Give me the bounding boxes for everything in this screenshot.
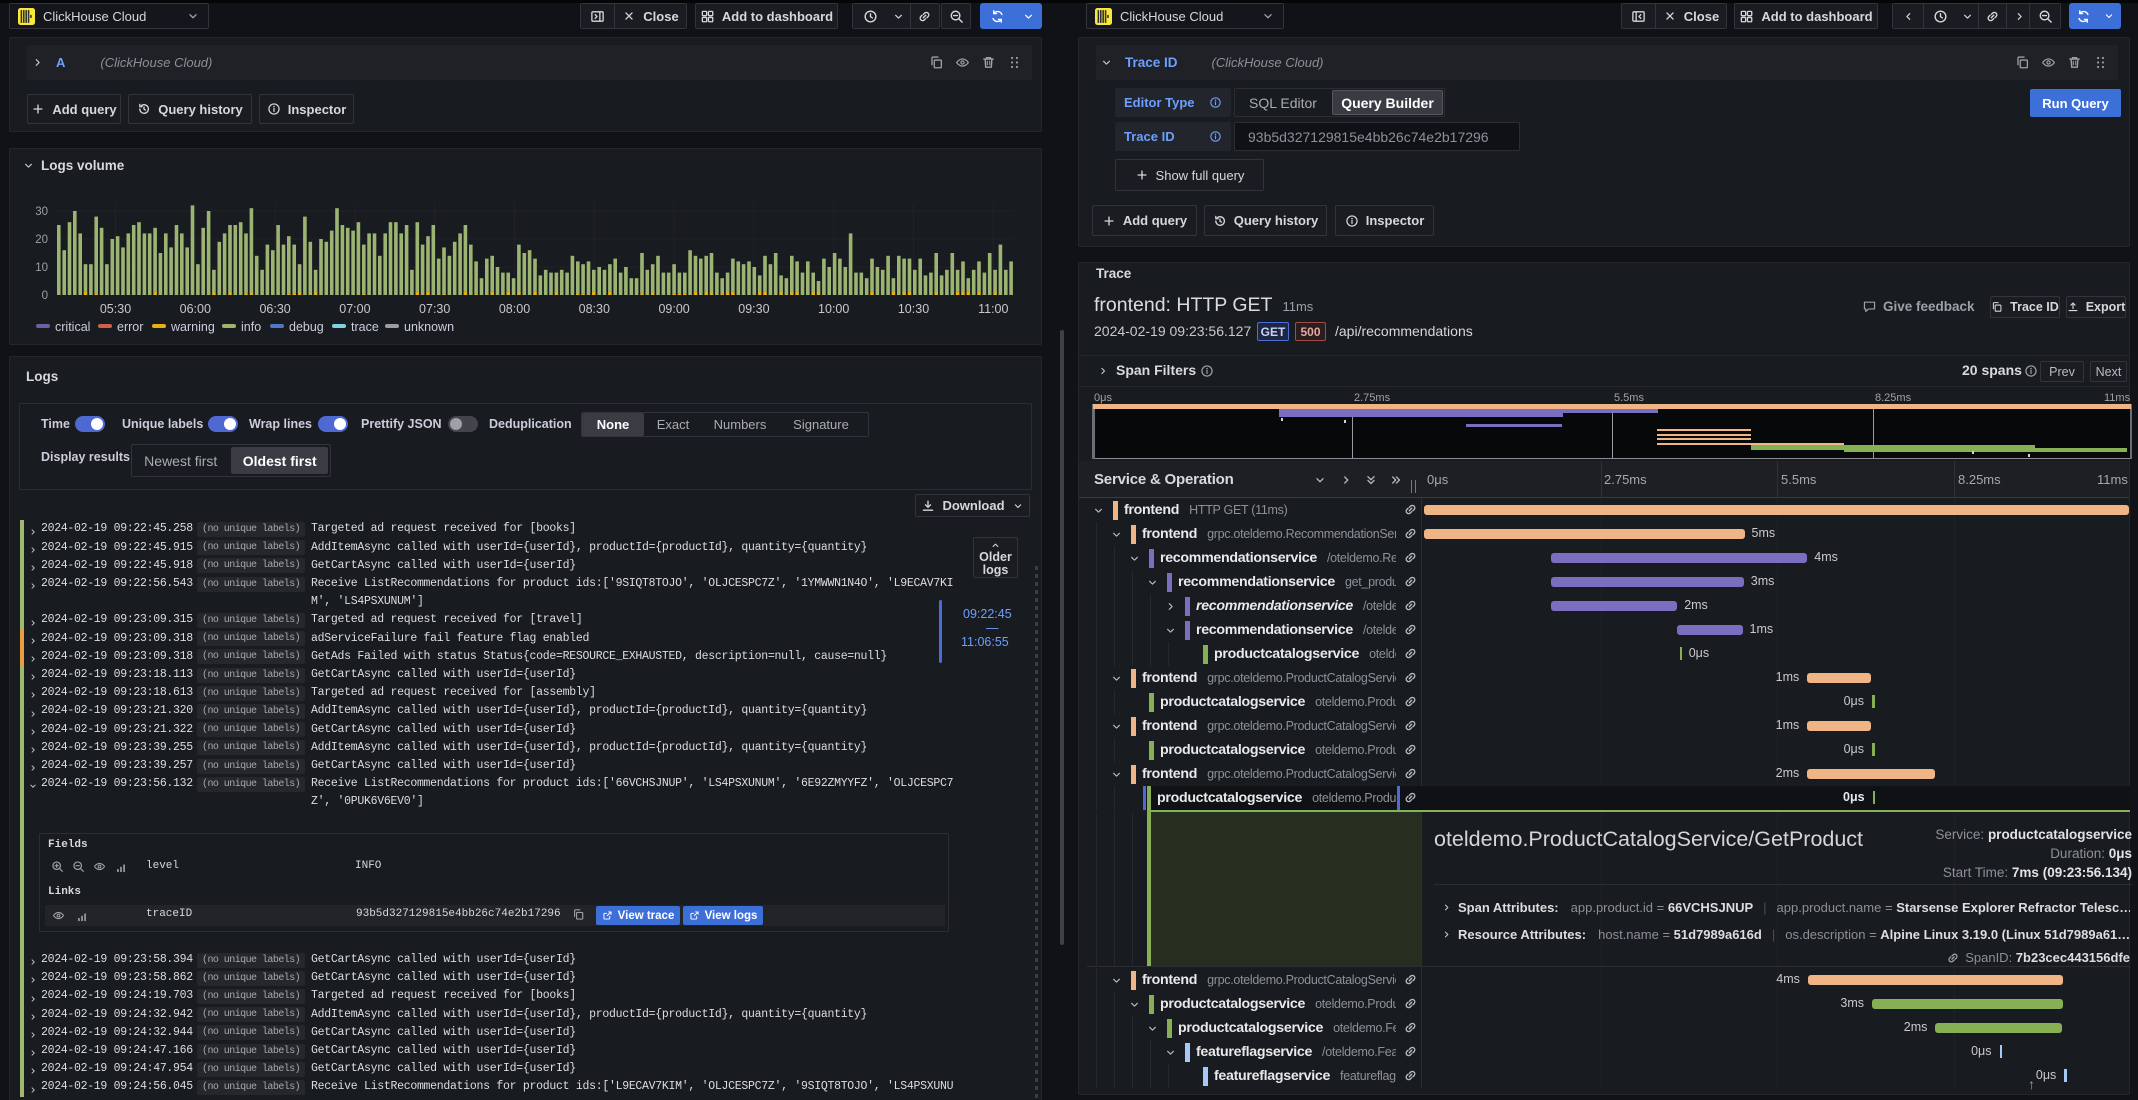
svg-text:09:00: 09:00 [658, 302, 689, 316]
svg-text:20: 20 [35, 234, 48, 246]
svg-text:critical: critical [55, 320, 90, 334]
svg-text:30: 30 [35, 206, 48, 218]
svg-text:0: 0 [42, 290, 48, 302]
svg-text:error: error [117, 320, 143, 334]
svg-text:07:30: 07:30 [419, 302, 450, 316]
svg-text:05:30: 05:30 [100, 302, 131, 316]
svg-text:11:00: 11:00 [978, 302, 1008, 316]
svg-text:07:00: 07:00 [339, 302, 370, 316]
svg-text:09:30: 09:30 [738, 302, 769, 316]
svg-text:10: 10 [35, 262, 48, 274]
svg-text:info: info [241, 320, 261, 334]
svg-text:debug: debug [289, 320, 324, 334]
svg-text:06:30: 06:30 [259, 302, 290, 316]
svg-text:10:00: 10:00 [818, 302, 849, 316]
svg-text:trace: trace [351, 320, 379, 334]
svg-text:08:30: 08:30 [579, 302, 610, 316]
svg-text:08:00: 08:00 [499, 302, 530, 316]
svg-text:06:00: 06:00 [180, 302, 211, 316]
svg-text:warning: warning [170, 320, 215, 334]
svg-text:10:30: 10:30 [898, 302, 929, 316]
svg-text:unknown: unknown [404, 320, 454, 334]
